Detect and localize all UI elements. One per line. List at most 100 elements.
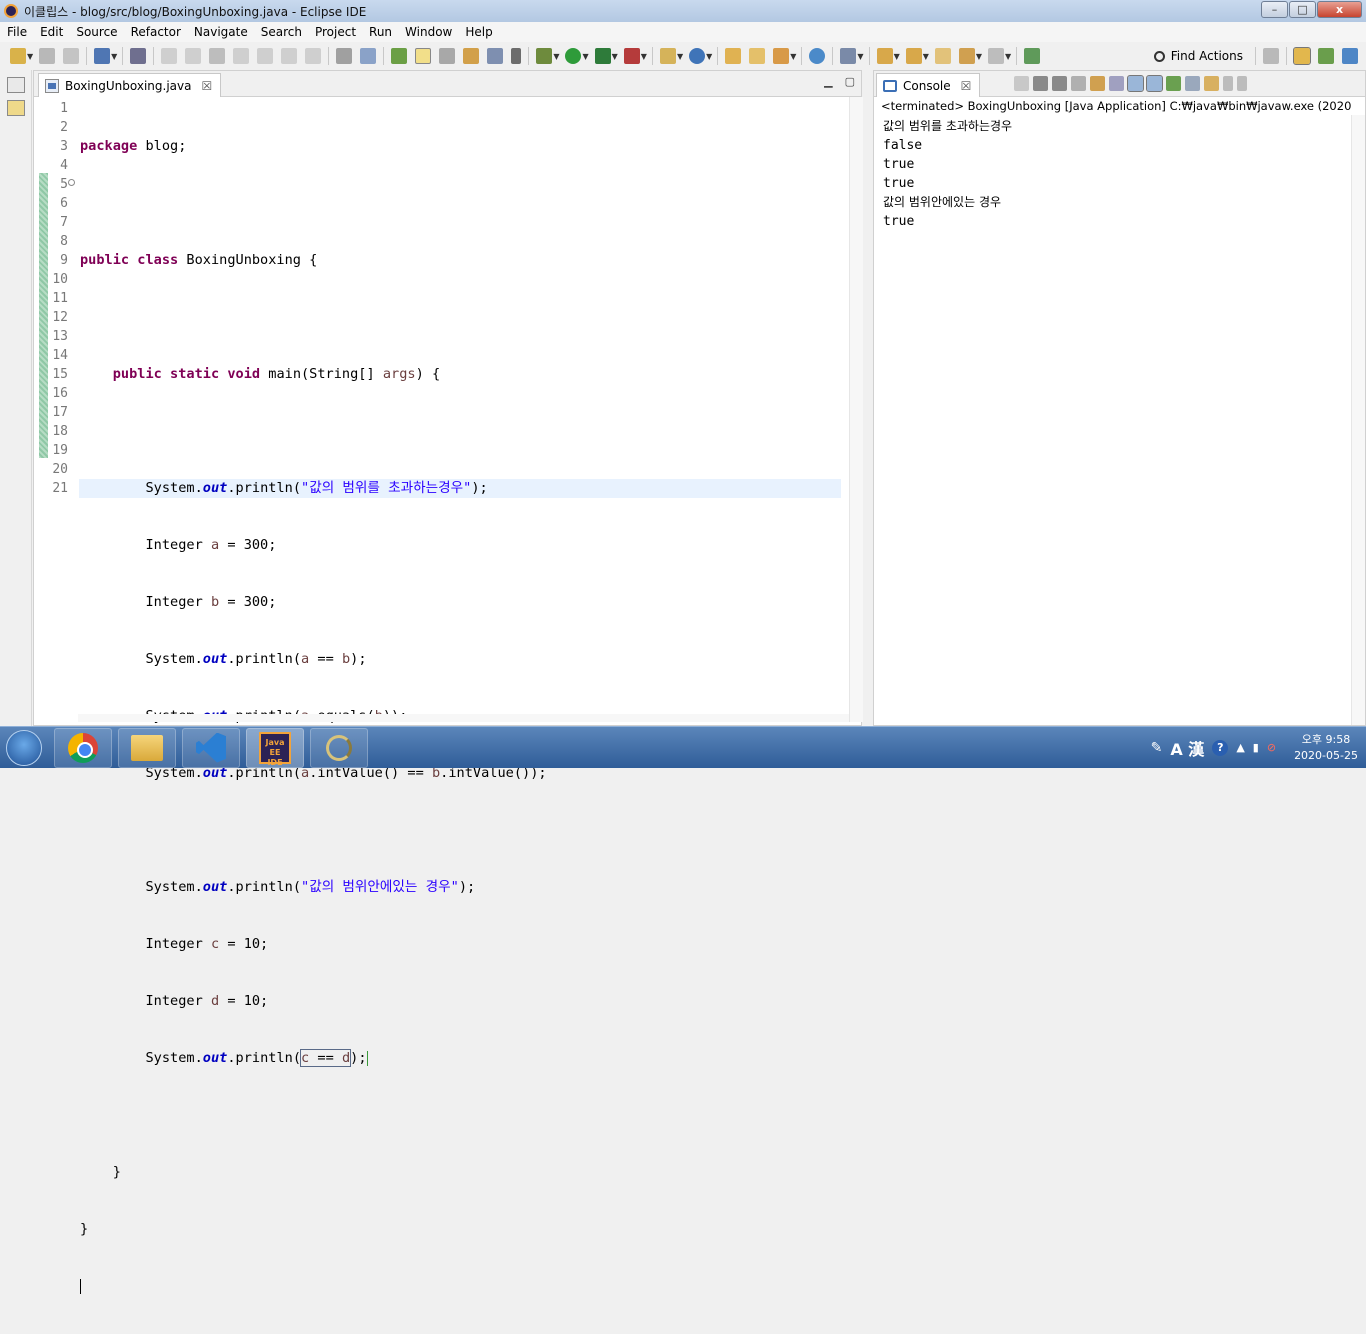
close-tab-icon[interactable]: ☒ [201, 79, 212, 93]
clear-console-icon[interactable] [1071, 76, 1086, 91]
open-perspective-icon[interactable] [1263, 48, 1279, 64]
dropdown-arrow-icon[interactable]: ▼ [706, 52, 712, 61]
web-service-icon[interactable] [840, 48, 857, 64]
minimize-icon[interactable] [1223, 76, 1233, 91]
editor-horizontal-scrollbar[interactable] [78, 714, 849, 722]
volume-muted-icon[interactable]: ⊘ [1267, 741, 1276, 754]
terminal-icon[interactable] [94, 48, 111, 64]
step-over-icon[interactable] [281, 48, 298, 64]
pin-console-icon[interactable] [1166, 76, 1181, 91]
java-perspective-icon[interactable] [1342, 48, 1358, 64]
annotation-next-icon[interactable] [463, 48, 480, 64]
debug-icon[interactable] [536, 48, 553, 64]
new-java-project-icon[interactable] [659, 48, 676, 64]
show-whitespace-icon[interactable] [487, 48, 504, 64]
fold-collapse-icon[interactable] [68, 179, 75, 186]
taskbar-keys-app[interactable] [310, 727, 368, 768]
remove-launch-icon[interactable] [1033, 76, 1048, 91]
show-hidden-icons[interactable]: ▲ [1236, 741, 1244, 754]
run-icon[interactable] [565, 48, 582, 64]
skip-breakpoints-icon[interactable] [130, 48, 147, 64]
network-icon[interactable]: ▮ [1253, 741, 1259, 754]
mark-occurrences-icon[interactable] [415, 48, 432, 64]
clock[interactable]: 오후 9:58 2020-05-25 [1294, 732, 1358, 764]
forward-icon[interactable] [988, 48, 1005, 64]
pilcrow-icon[interactable] [511, 48, 522, 64]
step-return-icon[interactable] [305, 48, 322, 64]
java-ee-perspective-icon[interactable] [1293, 47, 1311, 65]
menu-help[interactable]: Help [458, 25, 498, 39]
dropdown-arrow-icon[interactable]: ▼ [857, 52, 863, 61]
terminate-icon[interactable] [209, 48, 226, 64]
pin-editor-icon[interactable] [1024, 48, 1041, 64]
taskbar-chrome[interactable] [54, 727, 112, 768]
project-explorer-icon[interactable] [6, 100, 25, 116]
taskbar-vscode[interactable] [182, 727, 240, 768]
dropdown-arrow-icon[interactable]: ▼ [677, 52, 683, 61]
menu-navigate[interactable]: Navigate [187, 25, 254, 39]
suspend-icon[interactable] [185, 48, 202, 64]
search-tool-icon[interactable] [773, 48, 790, 64]
word-wrap-icon[interactable] [1109, 76, 1124, 91]
dropdown-arrow-icon[interactable]: ▼ [553, 52, 559, 61]
resume-icon[interactable] [161, 48, 178, 64]
maximize-icon[interactable] [1237, 76, 1247, 91]
disconnect-icon[interactable] [233, 48, 250, 64]
ime-tool-icon[interactable]: ✎ [1151, 740, 1163, 756]
dropdown-arrow-icon[interactable]: ▼ [111, 52, 117, 61]
remove-all-launches-icon[interactable] [1052, 76, 1067, 91]
code-area[interactable]: 1 2 3 4 5 6 7 8 9 10 11 12 13 14 15 16 1… [34, 97, 863, 1294]
dropdown-arrow-icon[interactable]: ▼ [923, 52, 929, 61]
terminate-icon[interactable] [1014, 76, 1029, 91]
new-icon[interactable] [10, 48, 26, 64]
next-annotation-icon[interactable] [876, 48, 893, 64]
taskbar-explorer[interactable] [118, 727, 176, 768]
show-stdout-icon[interactable] [1127, 75, 1144, 92]
help-icon[interactable]: ? [1212, 739, 1229, 756]
menu-run[interactable]: Run [362, 25, 398, 39]
open-console-icon[interactable] [1204, 76, 1219, 91]
tab-boxingunboxing-java[interactable]: BoxingUnboxing.java ☒ [38, 73, 222, 97]
console-vertical-scrollbar[interactable] [1351, 115, 1365, 725]
restore-icon[interactable] [6, 77, 25, 93]
taskbar-eclipse[interactable]: Java EE IDE [246, 727, 304, 768]
back-icon[interactable] [958, 48, 975, 64]
open-folder-icon[interactable] [725, 48, 742, 64]
dropdown-arrow-icon[interactable]: ▼ [976, 52, 982, 61]
last-edit-icon[interactable] [934, 48, 951, 64]
toggle-block-icon[interactable] [439, 48, 456, 64]
tab-console[interactable]: Console ☒ [876, 73, 981, 97]
pin-icon[interactable] [391, 48, 408, 64]
maximize-button[interactable]: □ [1289, 1, 1316, 18]
close-tab-icon[interactable]: ☒ [961, 79, 972, 93]
new-java-class-icon[interactable] [689, 48, 706, 64]
minimize-icon[interactable]: ▁ [824, 75, 832, 88]
ime-indicator[interactable]: A 漢 [1170, 736, 1204, 760]
dropdown-arrow-icon[interactable]: ▼ [582, 52, 588, 61]
external-tools-icon[interactable] [623, 48, 640, 64]
menu-file[interactable]: File [0, 25, 33, 39]
dropdown-arrow-icon[interactable]: ▼ [1005, 52, 1011, 61]
open-file-icon[interactable] [749, 48, 766, 64]
maximize-icon[interactable]: ▢ [845, 75, 855, 88]
dropdown-arrow-icon[interactable]: ▼ [27, 52, 33, 61]
open-type-icon[interactable] [336, 48, 353, 64]
dropdown-arrow-icon[interactable]: ▼ [612, 52, 618, 61]
menu-search[interactable]: Search [254, 25, 308, 39]
globe-icon[interactable] [809, 48, 826, 64]
close-button[interactable]: x [1317, 1, 1362, 18]
display-console-icon[interactable] [1185, 76, 1200, 91]
dropdown-arrow-icon[interactable]: ▼ [894, 52, 900, 61]
menu-project[interactable]: Project [308, 25, 362, 39]
show-stderr-icon[interactable] [1146, 75, 1163, 92]
previous-annotation-icon[interactable] [905, 48, 922, 64]
find-actions[interactable]: Find Actions [1153, 47, 1362, 65]
debug-perspective-icon[interactable] [1318, 48, 1334, 64]
menu-edit[interactable]: Edit [33, 25, 69, 39]
menu-refactor[interactable]: Refactor [124, 25, 187, 39]
menu-source[interactable]: Source [69, 25, 123, 39]
coverage-icon[interactable] [594, 48, 611, 64]
menu-window[interactable]: Window [398, 25, 458, 39]
open-task-icon[interactable] [360, 48, 377, 64]
save-all-icon[interactable] [63, 48, 80, 64]
